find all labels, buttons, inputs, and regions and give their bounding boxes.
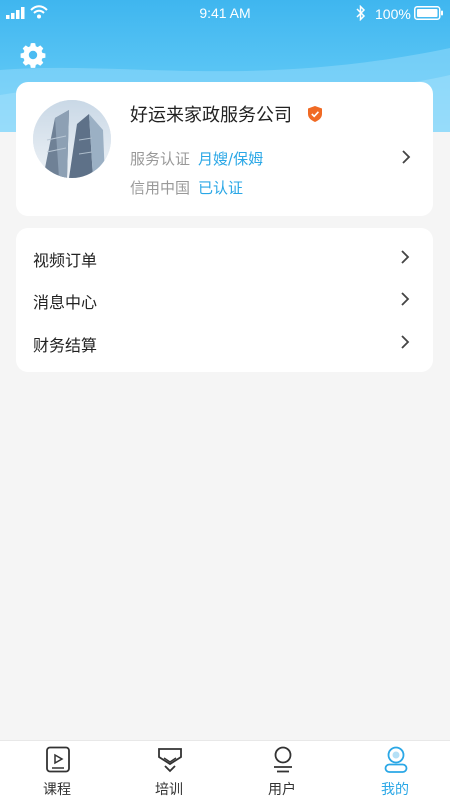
company-avatar[interactable] xyxy=(33,100,111,178)
menu-item-label: 消息中心 xyxy=(33,293,98,312)
credit-value: 已认证 xyxy=(198,179,244,197)
tab-label: 我的 xyxy=(381,782,409,798)
credit-label: 信用中国 xyxy=(130,179,191,197)
battery-percent: 100% xyxy=(375,6,411,22)
service-cert-row: 服务认证 月嫂/保姆 xyxy=(130,148,263,169)
tab-mine[interactable]: 我的 xyxy=(339,741,450,800)
chevron-right-icon xyxy=(401,250,410,264)
mine-icon xyxy=(384,746,408,773)
menu-card: 视频订单 消息中心 财务结算 xyxy=(16,228,433,372)
menu-item-label: 财务结算 xyxy=(33,336,98,355)
credit-row: 信用中国 已认证 xyxy=(130,177,243,198)
menu-item-video-orders[interactable]: 视频订单 xyxy=(16,236,433,278)
status-bar: 9:41 AM 100% xyxy=(0,0,450,28)
chevron-right-icon xyxy=(401,292,410,306)
bluetooth-icon xyxy=(356,5,366,21)
company-name: 好运来家政服务公司 xyxy=(130,105,292,126)
user-icon xyxy=(274,746,292,773)
tab-label: 用户 xyxy=(268,782,296,798)
service-cert-label: 服务认证 xyxy=(130,150,191,168)
tab-label: 培训 xyxy=(155,782,183,798)
settings-gear-icon[interactable] xyxy=(20,42,46,68)
battery-icon xyxy=(414,6,443,20)
chevron-right-icon xyxy=(401,335,410,349)
verified-shield-icon xyxy=(308,106,322,122)
tab-course[interactable]: 课程 xyxy=(1,741,113,800)
menu-item-message-center[interactable]: 消息中心 xyxy=(16,278,433,320)
service-cert-value: 月嫂/保姆 xyxy=(198,150,264,168)
tab-training[interactable]: 培训 xyxy=(113,741,225,800)
training-icon xyxy=(158,748,182,773)
tab-label: 课程 xyxy=(43,782,71,798)
chevron-right-icon[interactable] xyxy=(400,149,412,165)
bottom-tab-bar: 课程 培训 用户 我的 xyxy=(0,740,450,800)
menu-item-finance-settlement[interactable]: 财务结算 xyxy=(16,321,433,363)
profile-card[interactable]: 好运来家政服务公司 服务认证 月嫂/保姆 信用中国 已认证 xyxy=(16,82,433,216)
menu-item-label: 视频订单 xyxy=(33,251,98,270)
tab-user[interactable]: 用户 xyxy=(226,741,338,800)
course-icon xyxy=(46,746,70,773)
